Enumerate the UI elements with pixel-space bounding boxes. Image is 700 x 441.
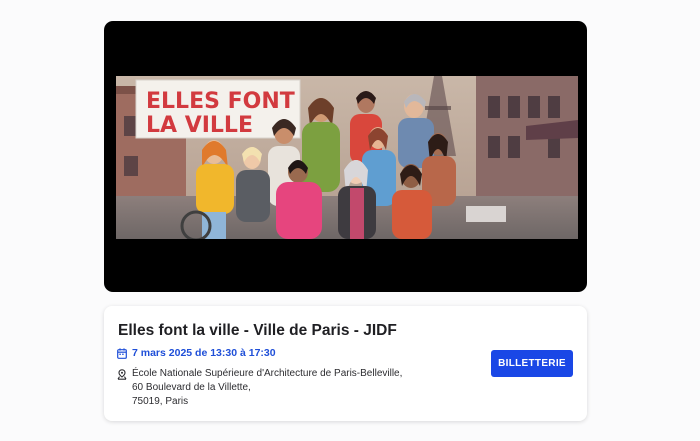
event-title: Elles font la ville - Ville de Paris - J… [118, 322, 397, 339]
event-date-row: 7 mars 2025 de 13:30 à 17:30 [117, 347, 276, 359]
event-card: Elles font la ville - Ville de Paris - J… [104, 306, 587, 421]
event-address-row: École Nationale Supérieure d'Architectur… [117, 367, 402, 409]
address-line: 75019, Paris [132, 396, 189, 407]
event-media: ELLES FONT LA VILLE [104, 21, 587, 292]
location-pin-icon [117, 369, 127, 380]
event-banner-image: ELLES FONT LA VILLE [116, 76, 578, 239]
event-address: École Nationale Supérieure d'Architectur… [132, 367, 402, 409]
calendar-icon [117, 347, 127, 359]
ticket-button[interactable]: BILLETTERIE [491, 350, 573, 377]
event-date: 7 mars 2025 de 13:30 à 17:30 [132, 347, 276, 359]
banner-sign-line1: ELLES FONT [146, 89, 295, 114]
event-page: ELLES FONT LA VILLE Elles font la ville … [0, 0, 700, 441]
address-line: 60 Boulevard de la Villette, [132, 382, 251, 393]
banner-sign-line2: LA VILLE [146, 113, 253, 138]
address-line: École Nationale Supérieure d'Architectur… [132, 368, 403, 379]
